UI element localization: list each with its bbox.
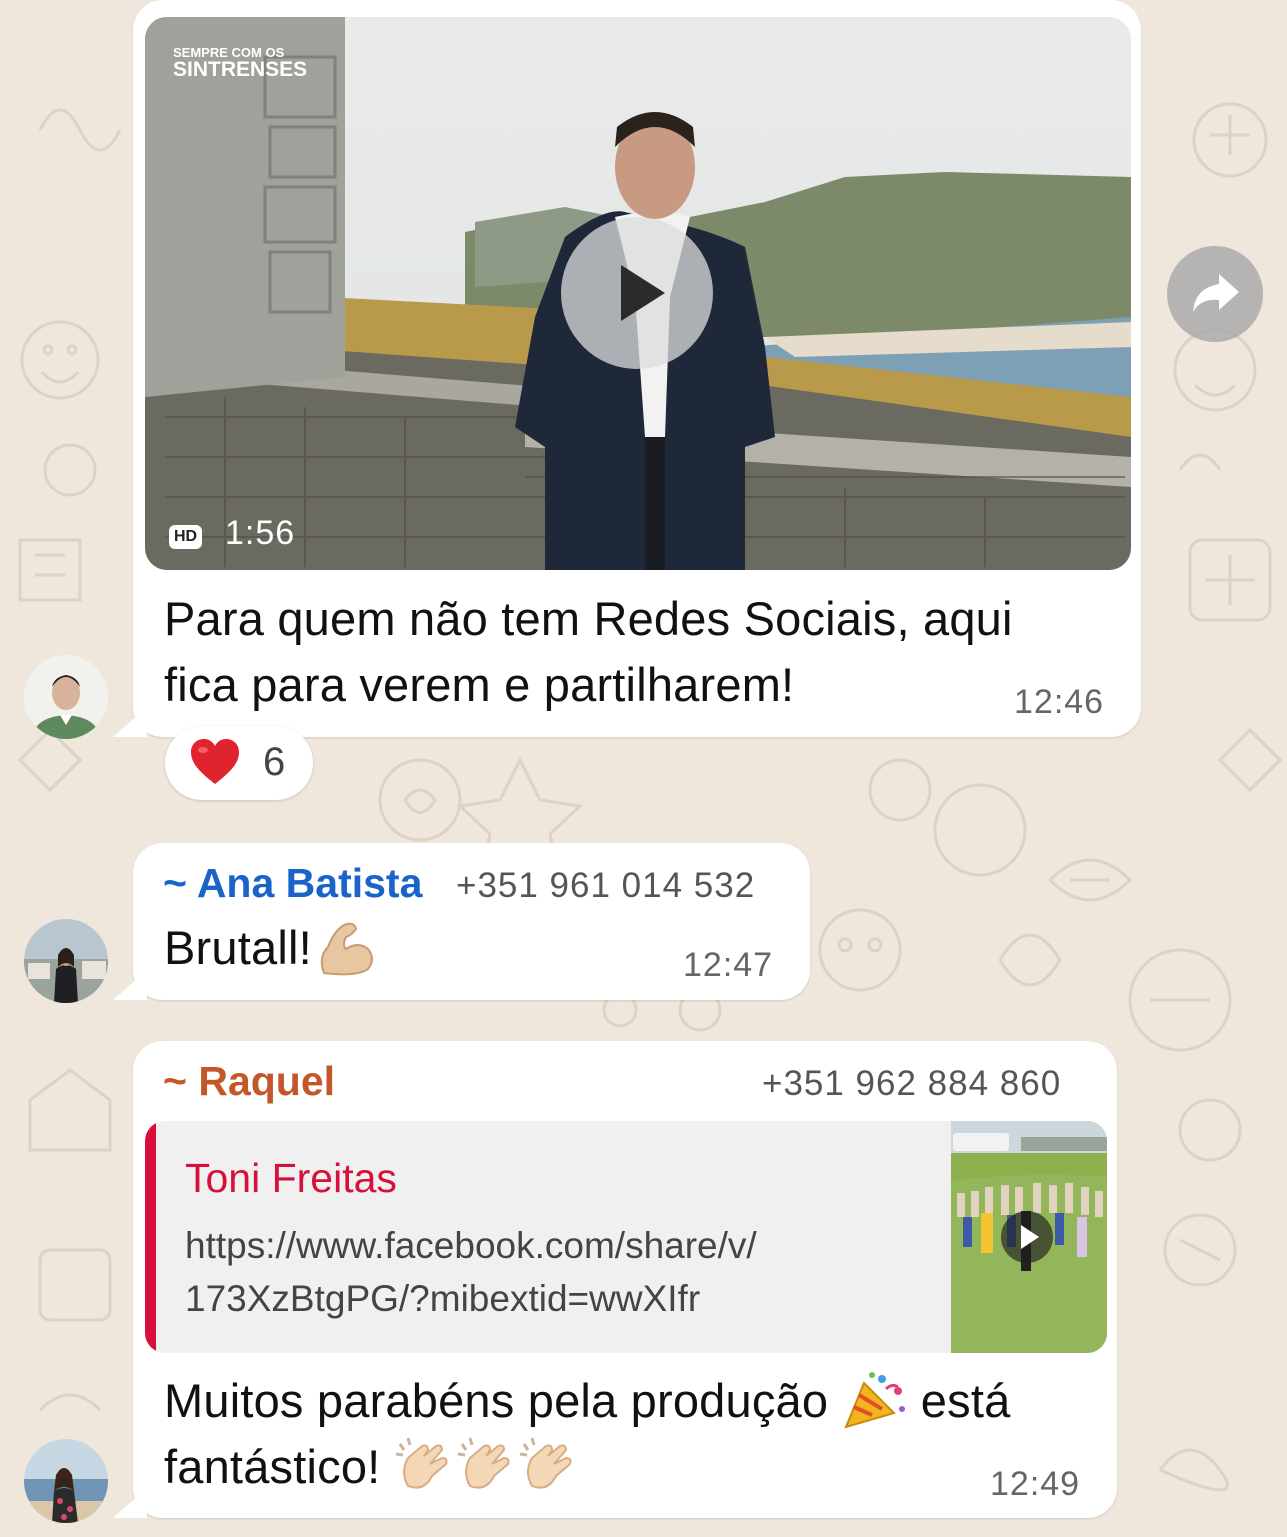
- clapping-hands-icon: [457, 1437, 510, 1489]
- message-text-content: está: [920, 1374, 1011, 1427]
- sender-phone: +351 961 014 532: [456, 866, 756, 905]
- sender-name[interactable]: ~ Raquel: [163, 1058, 335, 1105]
- message-text-content: Brutall!: [164, 921, 312, 974]
- clapping-hands-icon: [395, 1437, 448, 1489]
- avatar[interactable]: [24, 919, 108, 1003]
- link-url-line: 173XzBtgPG/?mibextid=wwXIfr: [185, 1278, 701, 1319]
- message-text-line: Muitos parabéns pela produção está: [164, 1369, 1010, 1433]
- message-text-line: fantástico!: [164, 1435, 580, 1499]
- reaction-pill[interactable]: 6: [165, 726, 313, 800]
- message-time: 12:46: [1014, 683, 1105, 721]
- avatar[interactable]: [24, 655, 108, 739]
- video-thumbnail[interactable]: SEMPRE COM OS SINTRENSES HD 1:56: [145, 17, 1131, 570]
- message-text-line: Para quem não tem Redes Sociais, aqui: [164, 592, 1013, 645]
- message-text: Brutall!: [164, 916, 378, 980]
- video-overlay-line2: SINTRENSES: [173, 58, 307, 81]
- link-thumbnail-image: [951, 1121, 1107, 1353]
- link-preview[interactable]: Toni Freitas https://www.facebook.com/sh…: [145, 1121, 1107, 1353]
- link-url-line: https://www.facebook.com/share/v/: [185, 1225, 757, 1266]
- sender-name[interactable]: ~ Ana Batista: [163, 860, 422, 907]
- clapping-hands-icon: [519, 1437, 572, 1489]
- forward-button[interactable]: [1167, 246, 1263, 342]
- heart-icon: [191, 739, 239, 784]
- link-preview-thumbnail[interactable]: [951, 1121, 1107, 1353]
- forward-arrow-icon: [1193, 274, 1239, 312]
- link-preview-title: Toni Freitas: [185, 1155, 397, 1201]
- flexed-biceps-icon: [320, 922, 373, 975]
- avatar-image: [24, 655, 108, 739]
- link-preview-accent-bar: [145, 1121, 156, 1353]
- avatar[interactable]: [24, 1439, 108, 1523]
- video-duration: 1:56: [225, 514, 296, 552]
- play-button[interactable]: [561, 217, 713, 369]
- reaction-count: 6: [263, 740, 286, 784]
- message-text-line: fica para verem e partilharem!: [164, 658, 795, 711]
- message-time: 12:49: [990, 1465, 1081, 1503]
- message-text-content: Muitos parabéns pela produção: [164, 1374, 829, 1427]
- hd-badge: HD: [169, 525, 203, 549]
- message-time: 12:47: [683, 946, 774, 984]
- avatar-image: [24, 919, 108, 1003]
- link-preview-url[interactable]: https://www.facebook.com/share/v/ 173XzB…: [185, 1219, 925, 1325]
- avatar-image: [24, 1439, 108, 1523]
- message-text-content: fantástico!: [164, 1440, 381, 1493]
- play-icon: [621, 265, 665, 321]
- party-popper-icon: [843, 1371, 905, 1429]
- sender-phone: +351 962 884 860: [762, 1064, 1062, 1103]
